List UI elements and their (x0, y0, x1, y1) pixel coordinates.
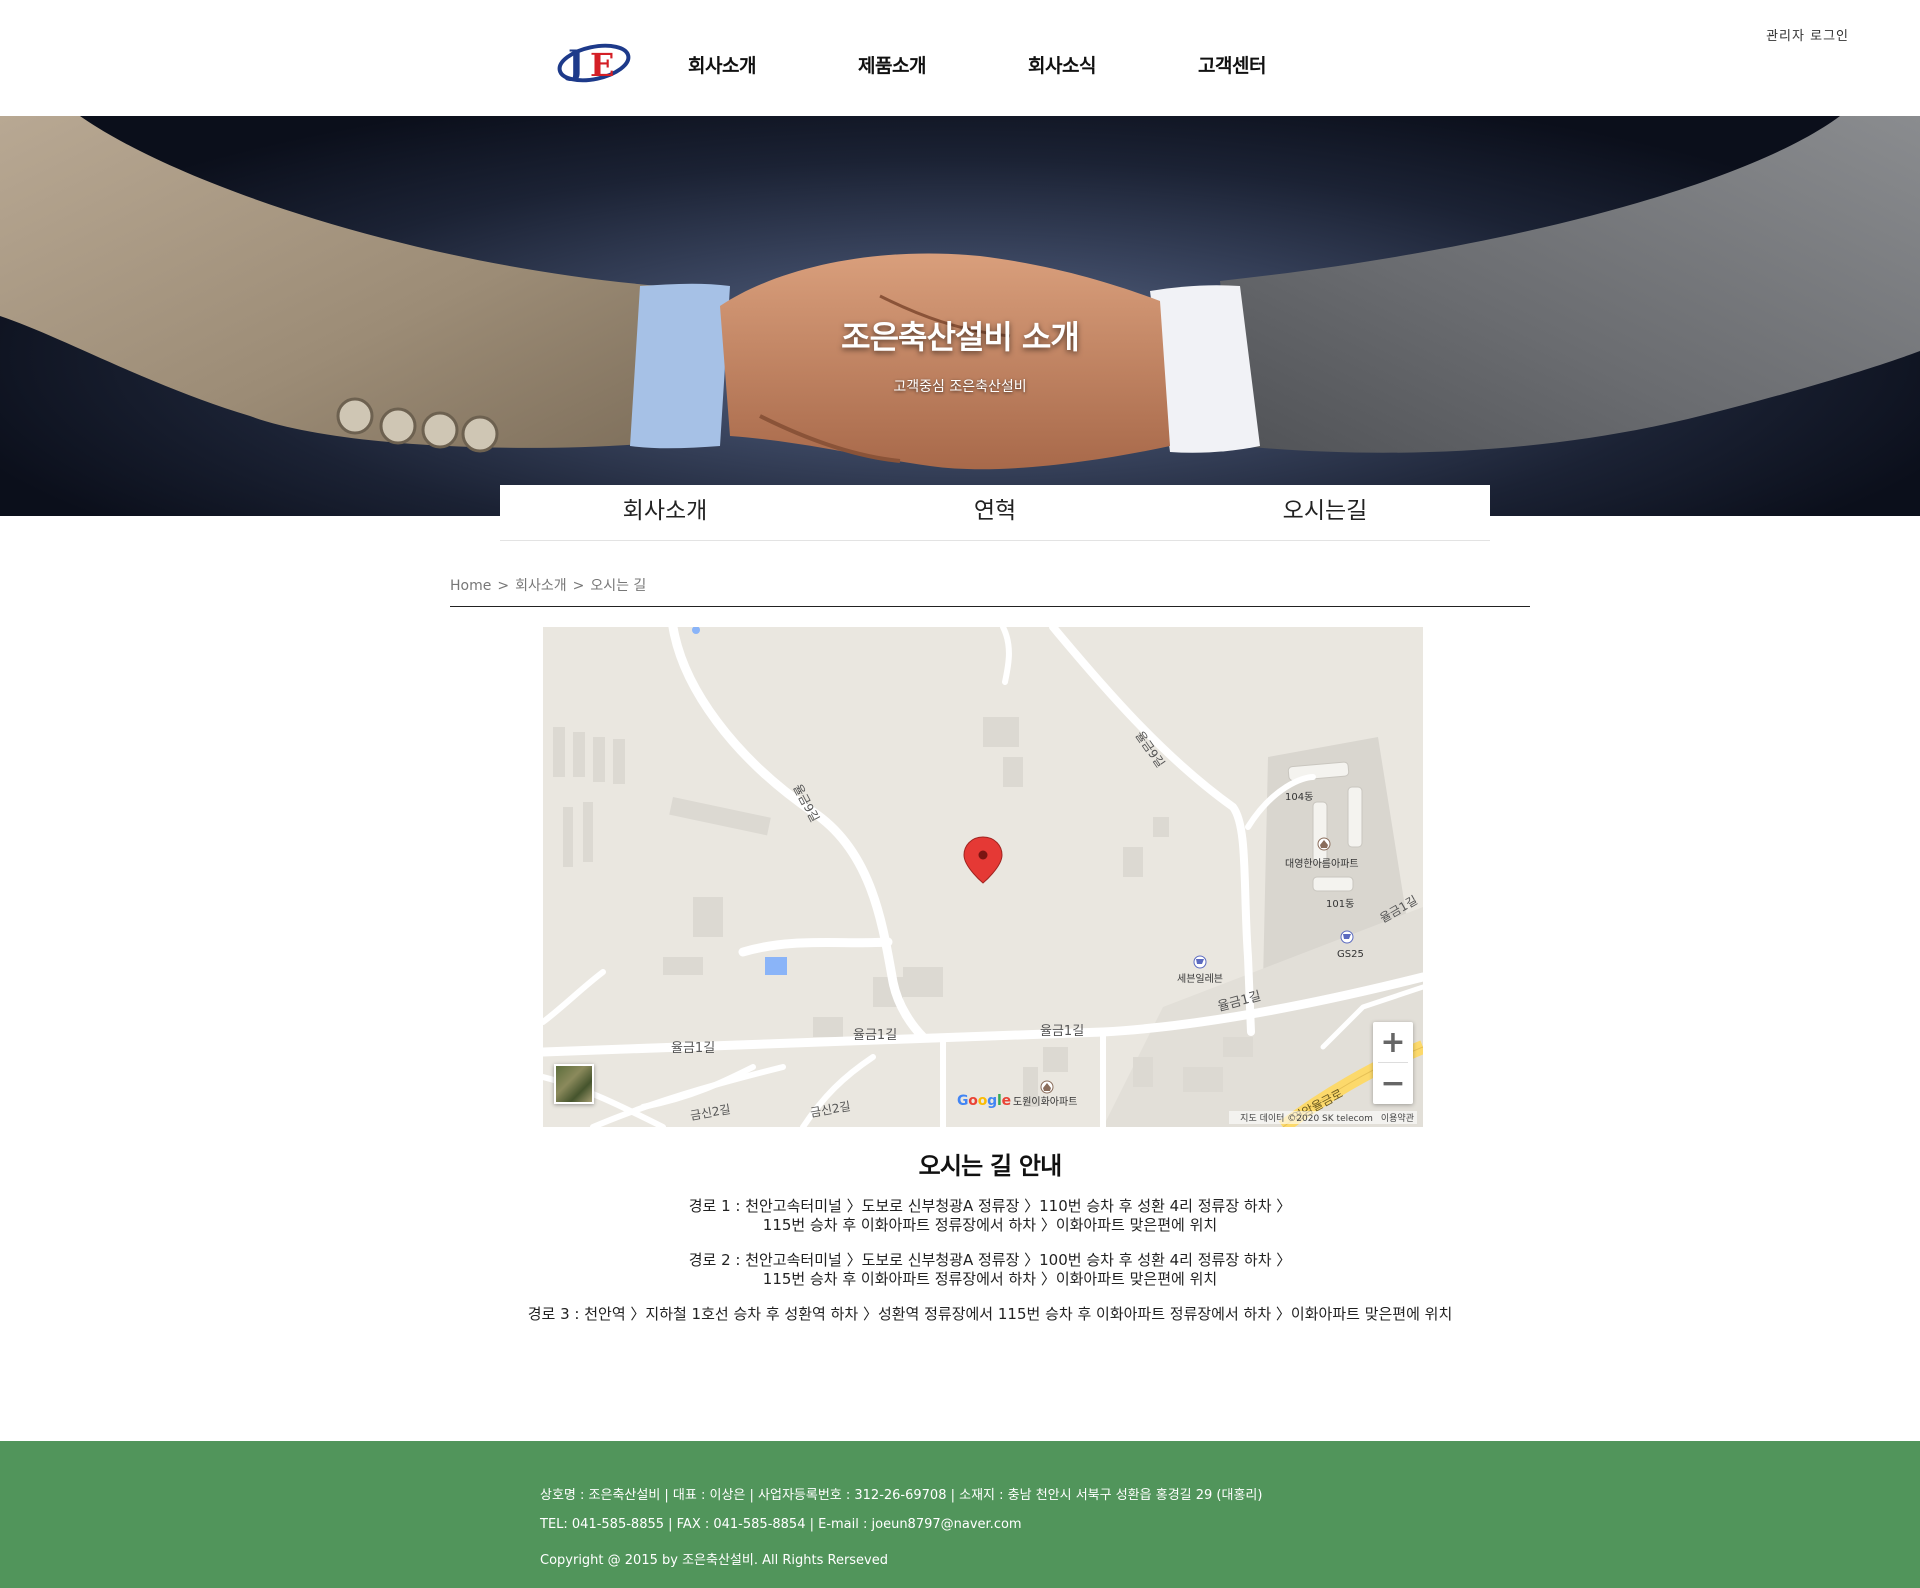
route-3: 경로 3 : 천안역 〉지하철 1호선 승차 후 성환역 하차 〉성환역 정류장… (0, 1305, 1920, 1324)
route-1: 경로 1 : 천안고속터미널 〉도보로 신부청광A 정류장 〉110번 승차 후… (0, 1197, 1920, 1235)
route-2-line-2: 115번 승차 후 이화아파트 정류장에서 하차 〉이화아파트 맞은편에 위치 (762, 1270, 1218, 1288)
nav-item-support[interactable]: 고객센터 (1198, 51, 1368, 78)
logo-letter-e: E (590, 46, 614, 84)
nav-item-products[interactable]: 제품소개 (858, 51, 1028, 78)
site-header: J E 회사소개 제품소개 회사소식 고객센터 관리자 로그인 (0, 0, 1920, 116)
main-nav: 회사소개 제품소개 회사소식 고객센터 (688, 51, 1368, 78)
footer-company-info: 상호명 : 조은축산설비 | 대표 : 이상은 | 사업자등록번호 : 312-… (540, 1488, 1263, 1503)
map-water (765, 957, 787, 975)
map-attribution: 지도 데이터 ©2020 SK telecom 이용약관 (1229, 1111, 1417, 1124)
tab-directions[interactable]: 오시는길 (1160, 485, 1490, 540)
hero-banner: 조은축산설비 소개 고객중심 조은축산설비 (0, 116, 1920, 516)
map-label-place: GS25 (1337, 949, 1364, 960)
footer-contact-info: TEL: 041-585-8855 | FAX : 041-585-8854 |… (540, 1517, 1022, 1532)
map-canvas[interactable]: 율금1길 율금1길 율금1길 율금1길 율금1길 율금9길 율금9길 금신2길 … (543, 627, 1423, 1127)
map-terms-link[interactable]: 이용약관 (1381, 1114, 1414, 1124)
google-logo: Google (957, 1093, 1011, 1109)
map-pin-icon[interactable] (963, 836, 1003, 884)
zoom-controls: + − (1373, 1022, 1413, 1104)
nav-item-company[interactable]: 회사소개 (688, 51, 858, 78)
breadcrumb-current: 오시는 길 (590, 578, 647, 594)
map-label-place: 세븐일레븐 (1177, 973, 1223, 985)
map-label-building: 101동 (1326, 898, 1354, 910)
map-label-road: 율금1길 (1040, 1024, 1084, 1039)
nav-item-news[interactable]: 회사소식 (1028, 51, 1198, 78)
route-3-line-1: 경로 3 : 천안역 〉지하철 1호선 승차 후 성환역 하차 〉성환역 정류장… (527, 1305, 1453, 1323)
zoom-in-button[interactable]: + (1373, 1022, 1413, 1062)
map-data-credit: 지도 데이터 ©2020 SK telecom (1240, 1114, 1373, 1124)
map-label-place: 대영한아름아파트 (1285, 858, 1359, 870)
zoom-out-button[interactable]: − (1373, 1063, 1413, 1103)
breadcrumb-company[interactable]: 회사소개 (515, 578, 567, 594)
map-label-road: 금신2길 (809, 1099, 852, 1120)
satellite-toggle[interactable] (554, 1064, 594, 1104)
route-1-line-1: 경로 1 : 천안고속터미널 〉도보로 신부청광A 정류장 〉110번 승차 후… (688, 1197, 1292, 1215)
location-map[interactable]: 율금1길 율금1길 율금1길 율금1길 율금1길 율금9길 율금9길 금신2길 … (543, 627, 1423, 1127)
logo[interactable]: J E (556, 36, 636, 86)
footer-copyright: Copyright @ 2015 by 조은축산설비. All Rights R… (540, 1553, 888, 1568)
map-label-place: 도원이화아파트 (1013, 1096, 1077, 1108)
breadcrumb-separator: > (497, 578, 510, 594)
map-label-building: 104동 (1285, 791, 1313, 803)
map-label-road: 금신2길 (689, 1102, 732, 1123)
route-2-line-1: 경로 2 : 천안고속터미널 〉도보로 신부청광A 정류장 〉100번 승차 후… (688, 1251, 1292, 1269)
breadcrumb-separator: > (572, 578, 585, 594)
site-footer: 상호명 : 조은축산설비 | 대표 : 이상은 | 사업자등록번호 : 312-… (0, 1441, 1920, 1588)
breadcrumb: Home > 회사소개 > 오시는 길 (450, 575, 646, 595)
logo-letter-j: J (565, 43, 584, 83)
breadcrumb-divider (450, 606, 1530, 607)
tab-history[interactable]: 연혁 (830, 485, 1160, 540)
map-label-road: 율금1길 (853, 1028, 897, 1043)
hero-subtitle: 고객중심 조은축산설비 (893, 379, 1027, 395)
breadcrumb-home[interactable]: Home (450, 578, 491, 594)
map-label-road: 율금1길 (671, 1041, 715, 1056)
directions-title: 오시는 길 안내 (918, 1152, 1063, 1180)
route-2: 경로 2 : 천안고속터미널 〉도보로 신부청광A 정류장 〉100번 승차 후… (0, 1251, 1920, 1289)
tab-company-intro[interactable]: 회사소개 (500, 485, 830, 540)
route-1-line-2: 115번 승차 후 이화아파트 정류장에서 하차 〉이화아파트 맞은편에 위치 (762, 1216, 1218, 1234)
hero-title: 조은축산설비 소개 (841, 318, 1080, 356)
sub-tabs: 회사소개 연혁 오시는길 (500, 485, 1490, 541)
admin-login-link[interactable]: 관리자 로그인 (1766, 25, 1849, 44)
